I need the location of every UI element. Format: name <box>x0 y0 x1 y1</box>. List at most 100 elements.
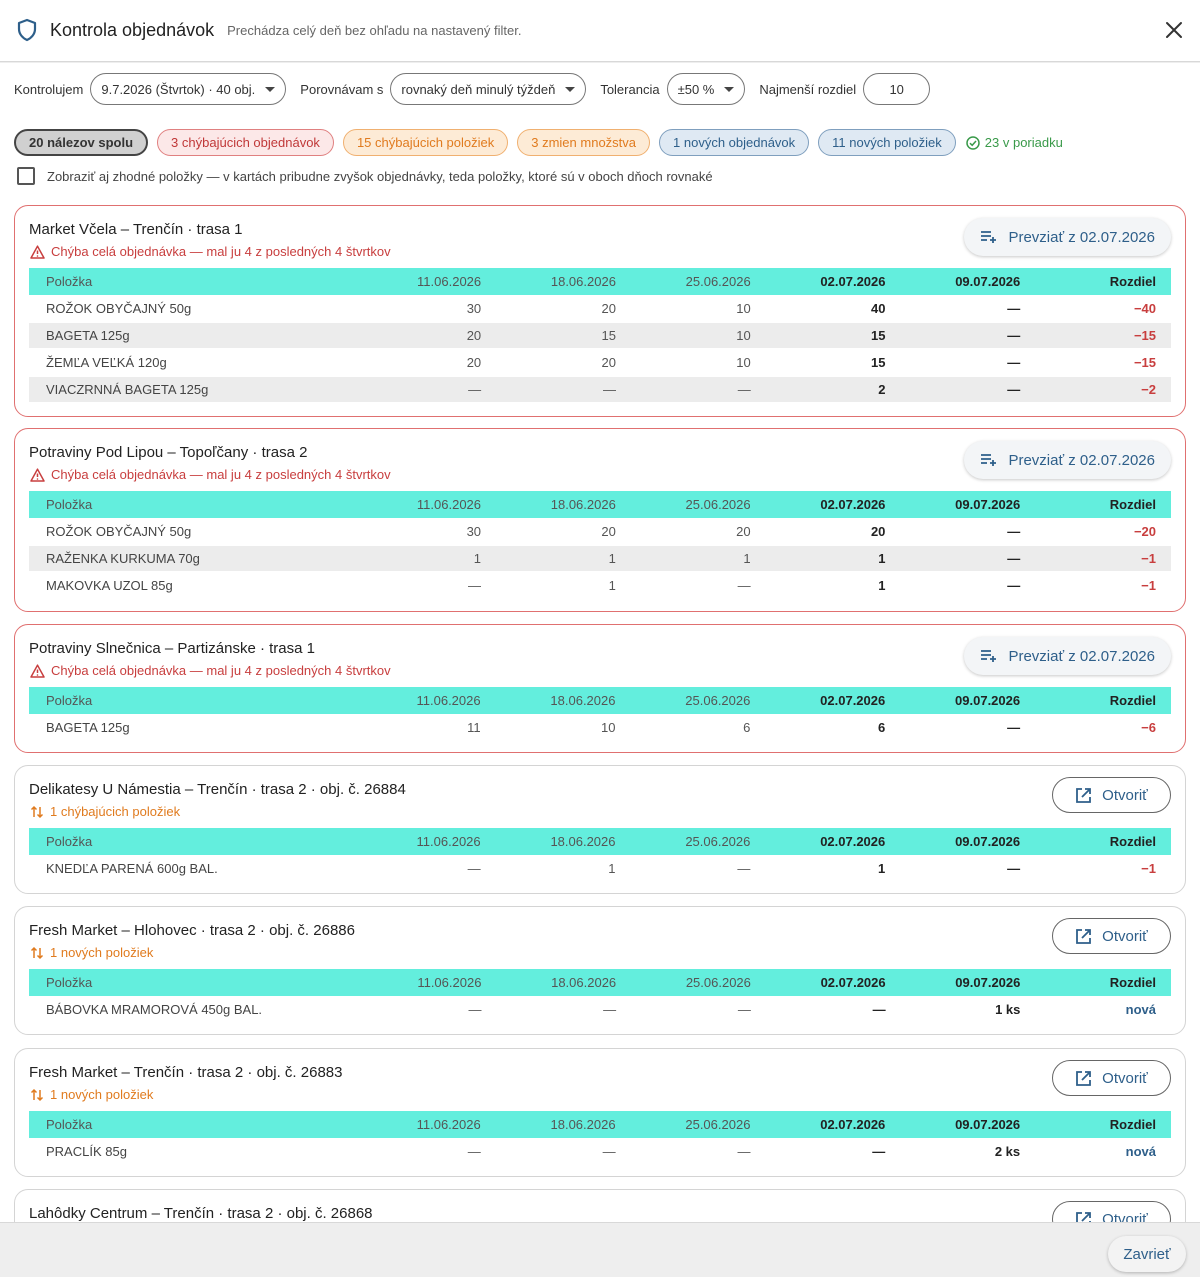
table-row: ROŽOK OBYČAJNÝ 50g 30 20 20 20— −20 <box>29 518 1171 546</box>
table-header-row: Položka 11.06.2026 18.06.2026 25.06.2026 02.… <box>29 1111 1171 1138</box>
card-title: Market Včela – Trenčín · trasa 1 <box>29 221 243 238</box>
table-cell: 40 <box>765 295 901 323</box>
chip-new-orders[interactable]: 1 nových objednávok <box>659 129 810 156</box>
compare-select[interactable]: rovnaký deň minulý týždeň <box>390 73 587 105</box>
table-cell: 10 <box>630 295 766 323</box>
table-header-row: Položka 11.06.2026 18.06.2026 25.06.2026 02.… <box>29 687 1171 714</box>
column-header: 02.07.2026 <box>765 687 901 714</box>
card-note: Chýba celá objednávka — mal ju 4 z posle… <box>30 663 391 678</box>
table-row: ŽEMĽA VEĽKÁ 120g 20 20 10 15— −15 <box>29 349 1171 377</box>
chip-new-items[interactable]: 11 nových položiek <box>818 129 956 156</box>
show-matching-row[interactable]: Zobraziť aj zhodné položky — v kartách p… <box>17 167 713 185</box>
open-order-button[interactable]: Otvoriť <box>1052 918 1171 954</box>
table-cell: 10 <box>630 349 766 377</box>
take-over-button[interactable]: Prevziať z 02.07.2026 <box>964 441 1171 479</box>
table-row: RAŽENKA KURKUMA 70g 1 1 1 1— −1 <box>29 545 1171 573</box>
check-circle-icon <box>966 135 980 150</box>
shield-icon <box>17 18 37 41</box>
items-table: Položka 11.06.2026 18.06.2026 25.06.2026 02.… <box>29 687 1171 742</box>
table-row: ROŽOK OBYČAJNÝ 50g 30 20 10 40— −40 <box>29 295 1171 323</box>
card-note: Chýba celá objednávka — mal ju 4 z posle… <box>30 244 391 259</box>
column-header: 09.07.2026 <box>900 828 1036 855</box>
card-note: 1 chýbajúcich položiek <box>30 804 180 819</box>
playlist-add-icon <box>981 650 997 662</box>
compare-value: rovnaký deň minulý týždeň <box>401 81 556 97</box>
table-cell: — <box>765 1138 901 1166</box>
table-cell: MAKOVKA UZOL 85g <box>29 572 362 600</box>
check-date-select[interactable]: 9.7.2026 (Štvrtok) · 40 obj. <box>90 73 287 105</box>
card-note-text: 1 nových položiek <box>50 1087 154 1102</box>
column-header: 11.06.2026 <box>360 687 496 714</box>
chip-qty-changes[interactable]: 3 zmien množstva <box>517 129 651 156</box>
ok-count: 23 v poriadku <box>966 135 1063 150</box>
open-order-label: Otvoriť <box>1102 1069 1148 1087</box>
column-header: 11.06.2026 <box>360 1111 496 1138</box>
table-cell: −1 <box>1035 572 1171 600</box>
table-cell: — <box>630 376 766 404</box>
card-note: 1 nových položiek <box>30 1087 153 1102</box>
column-header: 02.07.2026 <box>765 828 901 855</box>
chip-missing-items[interactable]: 15 chýbajúcich položiek <box>342 129 509 156</box>
table-cell: PRACLÍK 85g <box>29 1138 361 1166</box>
column-header: Rozdiel <box>1035 687 1171 714</box>
dialog-title: Kontrola objednávok <box>50 20 215 40</box>
table-cell: KNEDĽA PARENÁ 600g BAL. <box>29 855 361 883</box>
table-cell: −20 <box>1035 518 1171 546</box>
take-over-button[interactable]: Prevziať z 02.07.2026 <box>964 218 1171 256</box>
open-order-button[interactable]: Otvoriť <box>1052 777 1171 813</box>
open-order-label: Otvoriť <box>1102 1210 1148 1223</box>
items-table: Položka 11.06.2026 18.06.2026 25.06.2026 02.… <box>29 268 1171 404</box>
table-cell: 20 <box>496 518 631 546</box>
table-row: VIACZRNNÁ BAGETA 125g — — —2— −2 <box>29 376 1171 404</box>
min-diff-input[interactable]: 10 <box>863 73 931 105</box>
close-button[interactable]: Zavrieť <box>1108 1236 1186 1272</box>
caret-down-icon <box>565 86 576 92</box>
table-cell: ROŽOK OBYČAJNÝ 50g <box>29 295 362 323</box>
take-over-button[interactable]: Prevziať z 02.07.2026 <box>964 637 1171 675</box>
column-header: 18.06.2026 <box>496 268 631 295</box>
chip-all-findings[interactable]: 20 nálezov spolu <box>14 129 149 156</box>
table-cell: — <box>900 545 1036 573</box>
tolerance-value: ±50 % <box>677 81 715 97</box>
table-cell: −15 <box>1035 349 1171 377</box>
card-note: Chýba celá objednávka — mal ju 4 z posle… <box>30 467 391 482</box>
table-cell: ROŽOK OBYČAJNÝ 50g <box>29 518 362 546</box>
column-header: 18.06.2026 <box>495 828 631 855</box>
finding-card: Fresh Market – Trenčín · trasa 2 · obj. … <box>14 1048 1186 1177</box>
table-cell: 20 <box>361 349 497 377</box>
table-cell: 1 <box>630 545 766 573</box>
column-header: Rozdiel <box>1035 828 1171 855</box>
table-cell: — <box>630 572 766 600</box>
card-title: Fresh Market – Hlohovec · trasa 2 · obj.… <box>29 922 355 939</box>
column-header: 02.07.2026 <box>765 491 901 518</box>
column-header: 18.06.2026 <box>495 1111 631 1138</box>
table-cell: — <box>361 376 497 404</box>
open-order-button[interactable]: Otvoriť <box>1052 1060 1171 1096</box>
column-header: 11.06.2026 <box>361 491 497 518</box>
card-title: Fresh Market – Trenčín · trasa 2 · obj. … <box>29 1064 343 1081</box>
table-cell: BAGETA 125g <box>29 322 362 350</box>
findings-chips: 20 nálezov spolu 3 chýbajúcich objednávo… <box>14 129 1063 156</box>
column-header: 11.06.2026 <box>361 268 497 295</box>
tolerance-select[interactable]: ±50 % <box>666 73 746 105</box>
caret-down-icon <box>724 86 735 92</box>
compare-label: Porovnávam s <box>300 81 384 97</box>
table-cell: −15 <box>1035 322 1171 350</box>
open-external-icon <box>1076 928 1092 944</box>
table-cell: −1 <box>1035 855 1171 883</box>
show-matching-checkbox[interactable] <box>17 167 35 185</box>
open-order-button[interactable]: Otvoriť <box>1052 1201 1171 1222</box>
table-cell: — <box>900 295 1036 323</box>
column-header: Položka <box>29 828 361 855</box>
chip-missing-orders[interactable]: 3 chýbajúcich objednávok <box>157 129 334 156</box>
column-header: 02.07.2026 <box>765 268 901 295</box>
column-header: Položka <box>29 268 362 295</box>
table-cell: 20 <box>765 518 901 546</box>
table-cell: — <box>496 376 631 404</box>
close-icon[interactable] <box>1164 20 1184 40</box>
column-header: 18.06.2026 <box>496 491 631 518</box>
table-cell: — <box>630 1138 766 1166</box>
card-title: Lahôdky Centrum – Trenčín · trasa 2 · ob… <box>29 1205 373 1222</box>
table-cell: 1 <box>495 855 631 883</box>
column-header: 18.06.2026 <box>495 687 631 714</box>
